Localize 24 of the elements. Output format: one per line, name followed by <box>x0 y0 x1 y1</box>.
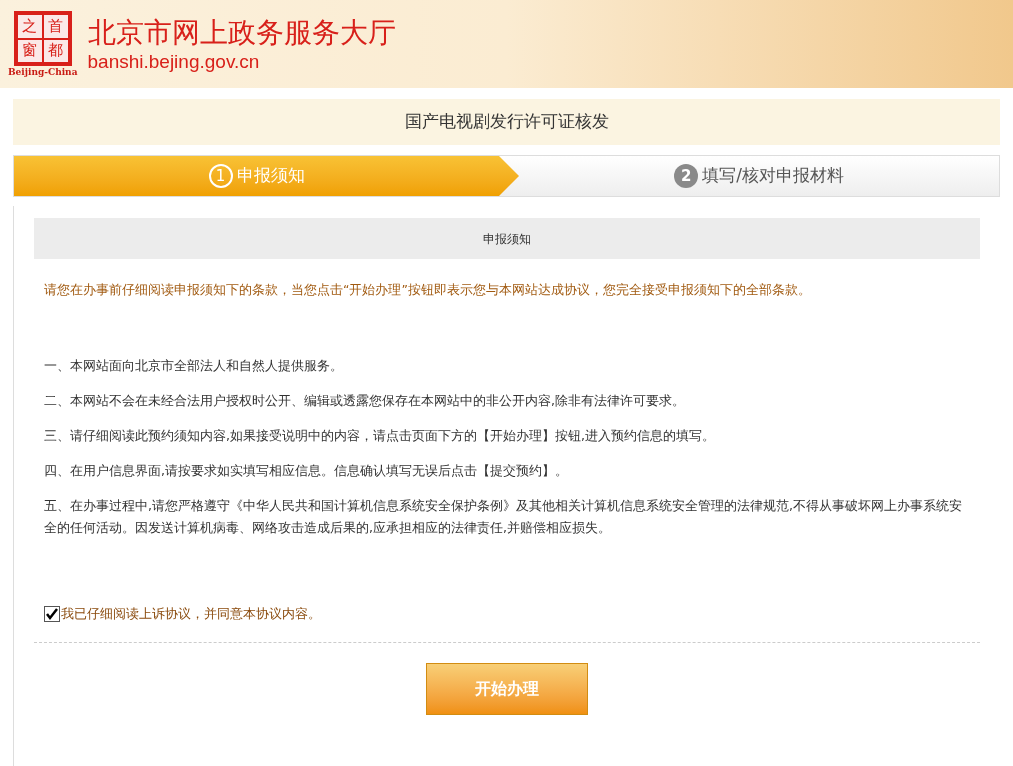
logo-character: 都 <box>43 39 68 62</box>
notice-intro: 请您在办事前仔细阅读申报须知下的条款，当您点击“开始办理”按钮即表示您与本网站达成协议，您完全接受申报须知下的全部条款。 <box>43 281 812 299</box>
agree-label: 我已仔细阅读上诉协议，并同意本协议内容。 <box>61 604 321 623</box>
logo-character: 窗 <box>17 39 42 62</box>
agree-checkbox[interactable] <box>44 606 60 623</box>
notice-clause: 五、在办事过程中,请您严格遵守《中华人民共和国计算机信息系统安全保护条例》及其他相关计算机信息系统安全管理的法律规范,不得从事破坏网上办事系统安全的任何活动。因发送计算机病毒、网络攻击造成后果的,应承担相应的法律责任,并赔偿相应损失。 <box>44 496 963 537</box>
agree-checkbox-row[interactable]: 我已仔细阅读上诉协议，并同意本协议内容。 <box>44 604 980 624</box>
notice-clause: 四、在用户信息界面,请按要求如实填写相应信息。信息确认填写无误后点击【提交预约】。 <box>44 461 569 480</box>
step-label: 填写/核对申报材料 <box>702 164 844 188</box>
notice-clause: 一、本网站面向北京市全部法人和自然人提供服务。 <box>44 356 344 375</box>
step-number: 2 <box>674 164 699 188</box>
checkmark-icon <box>45 607 59 622</box>
logo-caption: Beijing-China <box>8 68 78 77</box>
step-label: 申报须知 <box>236 164 305 188</box>
step-tab[interactable]: 2 填写/核对申报材料 <box>519 156 999 196</box>
logo-character: 之 <box>17 15 42 38</box>
page-title: 国产电视剧发行许可证核发 <box>404 110 609 134</box>
logo-character: 首 <box>43 15 68 38</box>
notice-heading: 申报须知 <box>483 230 531 248</box>
step-number: 1 <box>208 164 233 188</box>
site-url: banshi.bejing.gov.cn <box>87 49 261 74</box>
notice-clause: 二、本网站不会在未经合法用户授权时公开、编辑或透露您保存在本网站中的非公开内容,除非有法律许可要求。 <box>44 391 686 410</box>
notice-clause: 三、请仔细阅读此预约须知内容,如果接受说明中的内容，请点击页面下方的【开始办理】按钮,进入预约信息的填写。 <box>44 426 716 445</box>
site-title: 北京市网上政务服务大厅 <box>87 14 396 50</box>
